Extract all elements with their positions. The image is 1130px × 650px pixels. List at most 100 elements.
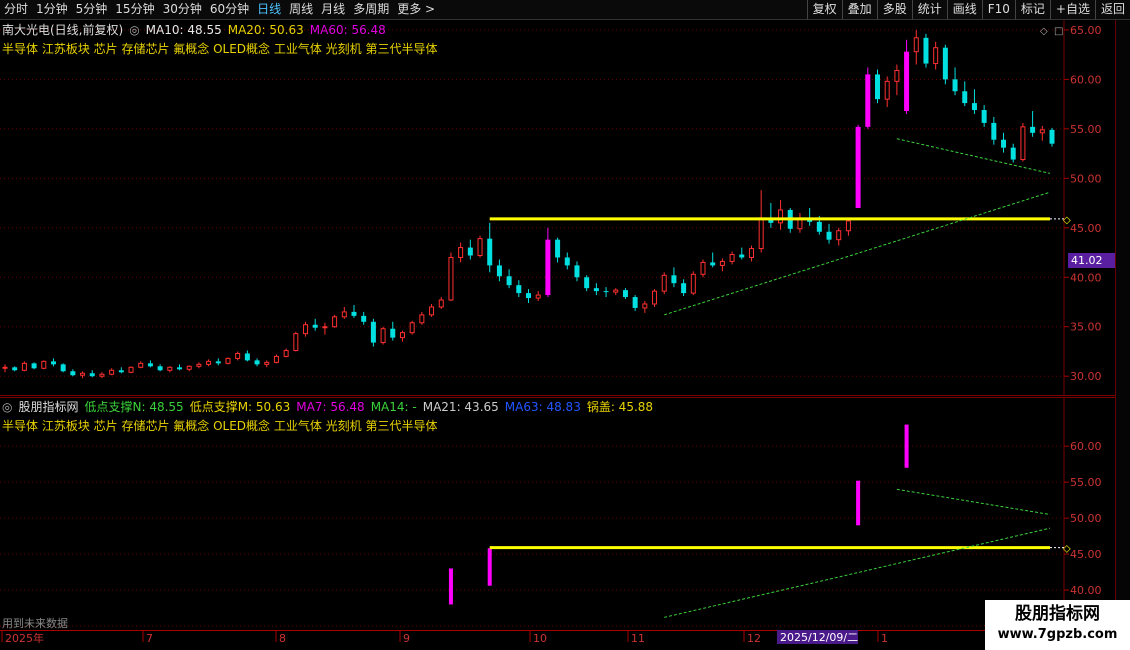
candle-body[interactable]	[177, 367, 182, 370]
candle-body[interactable]	[109, 369, 115, 375]
candle-body[interactable]	[438, 299, 444, 308]
candle-body[interactable]	[923, 37, 929, 64]
candle-body[interactable]	[613, 289, 619, 293]
candle-body[interactable]	[128, 366, 134, 373]
candle-body[interactable]	[894, 69, 900, 82]
candle-body[interactable]	[138, 362, 144, 368]
candle-body[interactable]	[41, 360, 47, 369]
candle-body[interactable]	[913, 37, 919, 53]
candle-body[interactable]	[341, 311, 347, 318]
period-tab[interactable]: 30分钟	[159, 0, 206, 19]
candle-body[interactable]	[991, 122, 997, 140]
signal-bar[interactable]	[904, 424, 909, 468]
candle-body[interactable]	[1049, 129, 1055, 144]
candle-body[interactable]	[244, 353, 250, 361]
candle-body[interactable]	[778, 209, 784, 224]
settings-icon[interactable]: ◎	[129, 23, 139, 37]
period-tab[interactable]: 15分钟	[111, 0, 158, 19]
candle-body[interactable]	[933, 47, 939, 65]
candle-body[interactable]	[1001, 139, 1007, 148]
candle-body[interactable]	[981, 110, 987, 123]
tool-button[interactable]: 统计	[911, 0, 947, 19]
candle-body[interactable]	[826, 231, 832, 240]
candle-body[interactable]	[167, 366, 173, 371]
candle-body[interactable]	[952, 79, 958, 92]
candle-body[interactable]	[254, 360, 260, 365]
candle-body[interactable]	[206, 360, 212, 365]
tool-button[interactable]: 标记	[1014, 0, 1050, 19]
period-tab[interactable]: 60分钟	[206, 0, 253, 19]
candle-body[interactable]	[31, 363, 37, 369]
candle-body[interactable]	[622, 290, 628, 298]
candle-body[interactable]	[971, 103, 977, 111]
candle-body[interactable]	[429, 306, 435, 316]
candle-body[interactable]	[1039, 129, 1045, 134]
candle-body[interactable]	[516, 285, 522, 294]
candle-body[interactable]	[399, 332, 405, 339]
candle-body[interactable]	[351, 311, 357, 316]
candle-body[interactable]	[719, 260, 725, 266]
candle-body[interactable]	[458, 247, 464, 258]
candle-body[interactable]	[506, 276, 512, 286]
candle-body[interactable]	[652, 290, 658, 305]
candle-body[interactable]	[487, 238, 493, 266]
candle-body[interactable]	[157, 366, 163, 371]
candle-body[interactable]	[545, 239, 551, 296]
period-tab[interactable]: 更多 >	[393, 0, 439, 19]
candle-body[interactable]	[700, 261, 706, 275]
candle-body[interactable]	[884, 80, 890, 100]
signal-bar[interactable]	[448, 568, 453, 605]
candle-body[interactable]	[681, 283, 687, 294]
candle-body[interactable]	[593, 288, 599, 292]
candle-body[interactable]	[904, 51, 910, 112]
candle-body[interactable]	[99, 373, 105, 377]
candle-body[interactable]	[855, 126, 861, 208]
candle-body[interactable]	[70, 371, 76, 376]
candle-body[interactable]	[12, 367, 18, 371]
stock-title[interactable]: 南大光电(日线,前复权)	[2, 23, 123, 37]
candle-body[interactable]	[816, 221, 822, 232]
candle-body[interactable]	[283, 349, 289, 357]
candle-body[interactable]	[603, 291, 609, 293]
period-tab[interactable]: 分时	[0, 0, 32, 19]
candle-body[interactable]	[564, 257, 570, 266]
candle-body[interactable]	[729, 254, 735, 262]
candle-body[interactable]	[390, 328, 396, 338]
candle-body[interactable]	[836, 230, 842, 241]
candle-body[interactable]	[671, 275, 677, 284]
indicator-name[interactable]: 股朋指标网	[18, 400, 78, 414]
settings-icon[interactable]: ◎	[2, 400, 12, 414]
candle-body[interactable]	[332, 316, 338, 328]
tool-button[interactable]: +自选	[1049, 0, 1095, 19]
candle-body[interactable]	[739, 254, 745, 258]
candle-body[interactable]	[370, 321, 376, 343]
right-side-strip[interactable]	[1115, 20, 1130, 630]
candle-body[interactable]	[186, 365, 192, 370]
candle-body[interactable]	[1010, 147, 1016, 160]
candle-body[interactable]	[80, 372, 86, 376]
candle-body[interactable]	[380, 328, 386, 344]
candle-body[interactable]	[496, 265, 502, 277]
candle-body[interactable]	[875, 74, 880, 100]
period-tab[interactable]: 1分钟	[32, 0, 72, 19]
candle-body[interactable]	[661, 274, 667, 292]
tool-button[interactable]: 画线	[946, 0, 982, 19]
period-tab[interactable]: 5分钟	[72, 0, 112, 19]
candle-body[interactable]	[758, 217, 764, 250]
candle-body[interactable]	[118, 370, 124, 373]
candle-body[interactable]	[477, 238, 483, 256]
tool-button[interactable]: 叠加	[841, 0, 877, 19]
candle-body[interactable]	[710, 262, 716, 266]
period-tab[interactable]: 多周期	[349, 0, 393, 19]
candle-body[interactable]	[642, 303, 648, 309]
candle-body[interactable]	[50, 361, 56, 365]
candle-body[interactable]	[690, 273, 696, 294]
candle-body[interactable]	[147, 363, 153, 367]
candle-body[interactable]	[21, 362, 27, 371]
candle-body[interactable]	[322, 326, 328, 329]
signal-bar[interactable]	[856, 480, 861, 526]
candle-body[interactable]	[215, 361, 221, 364]
candle-body[interactable]	[467, 247, 473, 256]
candle-body[interactable]	[419, 314, 425, 324]
candle-body[interactable]	[293, 333, 299, 351]
